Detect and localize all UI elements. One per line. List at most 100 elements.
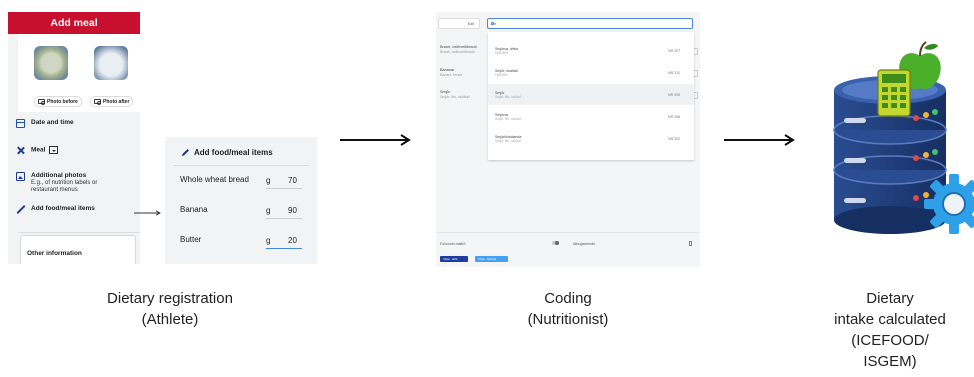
add-food-label: Add food/meal items bbox=[31, 205, 95, 212]
other-information-label: Other information bbox=[27, 250, 82, 257]
food-item-row[interactable]: Butter g 20 bbox=[180, 235, 310, 249]
add-food-row[interactable]: Add food/meal items bbox=[16, 205, 138, 214]
caption-intake-2: intake calculated bbox=[834, 311, 946, 328]
meal-dropdown[interactable] bbox=[49, 146, 59, 154]
search-result-item[interactable]: Smjörlíkisblanda Smjör, fitu, ósöltuð NR… bbox=[488, 128, 694, 149]
food-item-quantity[interactable]: 20 bbox=[288, 236, 297, 245]
food-item-name: Banana bbox=[180, 205, 208, 214]
photo-before-label: Photo before bbox=[47, 98, 78, 105]
database-calculation-graphic bbox=[833, 41, 974, 234]
result-code: NR 307 bbox=[668, 49, 681, 53]
caption-intake: Dietary bbox=[866, 290, 914, 307]
coded-item[interactable]: Brauð, heilhveitibrauð Brauð, heilhveiti… bbox=[440, 45, 477, 55]
food-items-card: Add food/meal items Whole wheat bread g … bbox=[165, 137, 317, 264]
additional-photos-row[interactable]: Additional photos E.g., of nutrition lab… bbox=[16, 172, 138, 194]
quantity-field[interactable] bbox=[694, 70, 698, 77]
divider bbox=[18, 232, 140, 233]
save-button[interactable]: Vista · Eftir bbox=[440, 256, 468, 262]
date-time-row[interactable]: Date and time bbox=[16, 119, 138, 128]
flow-arrow-2 bbox=[724, 134, 795, 146]
cutlery-icon bbox=[16, 146, 25, 155]
search-result-item[interactable]: Smjörva Smjör, fitu, ósöltuð NR 308 bbox=[488, 106, 694, 127]
add-meal-screen: Add meal Photo before Photo after Date a… bbox=[8, 12, 140, 264]
photo-before-button[interactable]: Photo before bbox=[34, 96, 82, 107]
food-card-title-text: Add food/meal items bbox=[194, 148, 273, 157]
food-item-quantity[interactable]: 70 bbox=[288, 176, 297, 185]
food-search-input[interactable]: sm bbox=[487, 18, 693, 29]
coded-item-name: Brauð, heilhveitibrauð bbox=[440, 45, 477, 49]
meal-photos-card: Photo before Photo after bbox=[18, 34, 140, 112]
result-code: NR 302 bbox=[668, 137, 681, 141]
caption-intake-4: ISGEM) bbox=[863, 353, 917, 370]
finished-meal-label: Fullunnin máltíð bbox=[440, 242, 466, 246]
coded-item-name: Smjör bbox=[440, 90, 450, 94]
quantity-field[interactable] bbox=[694, 92, 698, 99]
image-icon bbox=[16, 172, 25, 181]
quantity-field[interactable] bbox=[694, 48, 698, 55]
photo-after-label: Photo after bbox=[103, 98, 130, 105]
calendar-icon bbox=[16, 119, 25, 128]
quantity-underline bbox=[266, 188, 302, 189]
food-card-title: Add food/meal items bbox=[181, 148, 273, 157]
finished-meal-toggle[interactable] bbox=[552, 241, 559, 245]
food-item-unit: g bbox=[266, 176, 271, 185]
pen-icon bbox=[16, 205, 25, 214]
caption-coding: Coding bbox=[544, 290, 592, 307]
caption-coding-role: (Nutritionist) bbox=[527, 311, 609, 328]
result-code: NR 305 bbox=[668, 93, 681, 97]
quantity-underline-active bbox=[266, 248, 302, 249]
photo-after-button[interactable]: Photo after bbox=[90, 96, 134, 107]
coded-item[interactable]: Smjör Smjör, fitu, ósöltuð bbox=[440, 90, 470, 100]
additional-photos-hint-2: restaurant menus bbox=[31, 187, 78, 194]
result-sub: Fjölt léttir bbox=[495, 73, 508, 77]
save-next-button[interactable]: Vista · Næsta bbox=[475, 256, 508, 262]
connector-arrow bbox=[134, 210, 161, 216]
coded-item-name: Bananar bbox=[440, 68, 455, 72]
coded-item-sub: Banani, ferskt bbox=[440, 73, 462, 78]
caption-registration: Dietary registration bbox=[107, 290, 233, 307]
meal-label: Meal bbox=[31, 146, 46, 154]
caption-intake-3: (ICEFOOD/ bbox=[851, 332, 929, 349]
meal-row[interactable]: Meal bbox=[16, 146, 138, 155]
pen-icon bbox=[182, 149, 189, 156]
food-item-row[interactable]: Whole wheat bread g 70 bbox=[180, 175, 310, 189]
result-sub: Smjör, fitu, ósöltuð bbox=[495, 139, 522, 143]
food-item-quantity[interactable]: 90 bbox=[288, 206, 297, 215]
divider bbox=[173, 165, 309, 166]
add-meal-header: Add meal bbox=[8, 12, 140, 34]
food-item-unit: g bbox=[266, 206, 271, 215]
food-item-name: Butter bbox=[180, 235, 202, 244]
other-information-box[interactable]: Other information bbox=[20, 235, 136, 264]
coded-item[interactable]: Bananar Banani, ferskt bbox=[440, 68, 462, 78]
meal-photo-after[interactable] bbox=[94, 46, 128, 80]
search-result-item-highlighted[interactable]: Smjör Smjör, fitu, ósöltuð NR 305 bbox=[488, 84, 694, 105]
result-sub: Smjör, fitu, ósöltuð bbox=[495, 95, 522, 99]
caption-registration-role: (Athlete) bbox=[141, 311, 199, 328]
document-icon[interactable] bbox=[689, 241, 692, 246]
result-sub: Smjör, fitu, ósöltuð bbox=[495, 117, 522, 121]
date-time-label: Date and time bbox=[31, 119, 74, 126]
coded-item-sub: Smjör, fitu, ósöltuð bbox=[440, 95, 470, 100]
camera-icon bbox=[38, 99, 45, 105]
quantity-underline bbox=[266, 218, 302, 219]
result-code: NR 312 bbox=[668, 71, 681, 75]
edit-box-label: Edit bbox=[467, 22, 474, 26]
coding-screen: Edit sm Brauð, heilhveitibrauð Brauð, he… bbox=[436, 12, 700, 267]
additional-photos-label: Additional photos bbox=[31, 172, 87, 179]
additional-photos-hint: E.g., of nutrition labels or bbox=[31, 180, 98, 186]
coded-item-sub: Brauð, heilhveitibrauð bbox=[440, 50, 475, 55]
result-code: NR 308 bbox=[668, 115, 681, 119]
calculator-icon bbox=[877, 69, 911, 117]
meal-photo-before[interactable] bbox=[34, 46, 68, 80]
search-result-item[interactable]: Smjör, ósaltað Fjölt léttir NR 312 bbox=[488, 62, 694, 83]
food-item-name: Whole wheat bread bbox=[180, 175, 249, 184]
camera-icon bbox=[94, 99, 101, 105]
food-item-unit: g bbox=[266, 236, 271, 245]
search-icon bbox=[491, 22, 494, 25]
search-result-item[interactable]: Smjörva, léttur Fjölt léttir NR 307 bbox=[488, 40, 694, 61]
flow-arrow-1 bbox=[340, 134, 411, 146]
edit-box[interactable]: Edit bbox=[438, 18, 480, 29]
comments-label: Athugasemdir bbox=[573, 242, 596, 246]
search-results-dropdown: Smjörva, léttur Fjölt léttir NR 307 Smjö… bbox=[488, 32, 694, 160]
food-item-row[interactable]: Banana g 90 bbox=[180, 205, 310, 219]
